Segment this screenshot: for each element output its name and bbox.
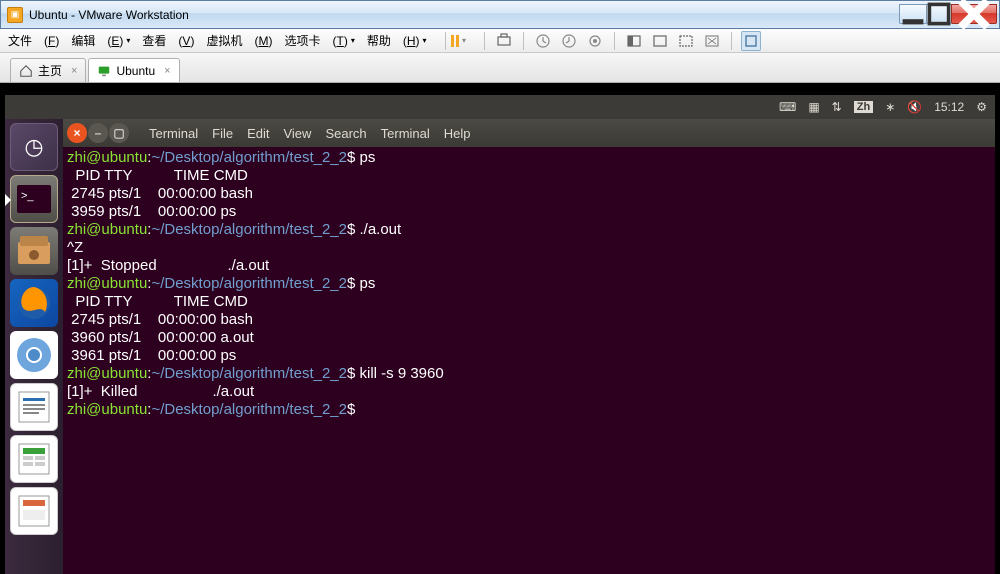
- tab-ubuntu[interactable]: Ubuntu ×: [88, 58, 179, 82]
- terminal-menu-view[interactable]: View: [283, 126, 311, 141]
- keyboard-indicator-icon[interactable]: ⌨: [779, 100, 796, 114]
- window-title: Ubuntu - VMware Workstation: [29, 8, 189, 22]
- gear-indicator-icon[interactable]: ⚙: [976, 100, 987, 114]
- snapshot-take-icon[interactable]: [559, 31, 579, 51]
- window-controls: [900, 4, 997, 24]
- firefox-icon: [15, 284, 53, 322]
- launcher-firefox[interactable]: [10, 279, 58, 327]
- terminal-menu-terminal[interactable]: Terminal: [149, 126, 198, 141]
- terminal-icon: >_: [17, 185, 51, 213]
- menu-file[interactable]: 文件(F): [8, 32, 59, 49]
- launcher-chromium[interactable]: [10, 331, 58, 379]
- view-console-icon[interactable]: [650, 31, 670, 51]
- menu-vm[interactable]: 虚拟机(M): [206, 32, 272, 49]
- view-fit-icon[interactable]: [624, 31, 644, 51]
- calendar-indicator-icon[interactable]: ▦: [808, 100, 819, 114]
- windows-titlebar: ▣ Ubuntu - VMware Workstation: [0, 0, 1000, 29]
- launcher-dash[interactable]: ◷: [10, 123, 58, 171]
- separator: [445, 32, 446, 50]
- close-icon[interactable]: ×: [164, 65, 170, 77]
- terminal-menu-help[interactable]: Help: [444, 126, 471, 141]
- chromium-icon: [15, 336, 53, 374]
- close-button[interactable]: [951, 4, 997, 24]
- terminal-menu-search[interactable]: Search: [325, 126, 366, 141]
- tab-home[interactable]: 主页 ×: [10, 58, 86, 82]
- close-icon[interactable]: ×: [71, 65, 77, 77]
- launcher-calc[interactable]: [10, 435, 58, 483]
- view-unity-icon[interactable]: [702, 31, 722, 51]
- unity-launcher: ◷ >_: [5, 119, 63, 574]
- maximize-button[interactable]: [926, 4, 952, 24]
- bluetooth-indicator-icon[interactable]: ∗: [885, 100, 895, 114]
- vm-viewport[interactable]: ⌨ ▦ ⇅ Zh ∗ 🔇 15:12 ⚙ ◷ >_: [0, 83, 1000, 574]
- separator: [731, 32, 732, 50]
- svg-text:>_: >_: [21, 190, 34, 202]
- launcher-impress[interactable]: [10, 487, 58, 535]
- menu-tabs[interactable]: 选项卡(T): [284, 32, 347, 49]
- launcher-terminal[interactable]: >_: [10, 175, 58, 223]
- view-library-icon[interactable]: [741, 31, 761, 51]
- terminal-minimize-button[interactable]: –: [88, 123, 108, 143]
- tab-home-label: 主页: [38, 62, 62, 79]
- revert-icon[interactable]: [533, 31, 553, 51]
- terminal-menu-terminal2[interactable]: Terminal: [381, 126, 430, 141]
- active-app-arrow-icon: [5, 194, 11, 206]
- view-fullscreen-icon[interactable]: [676, 31, 696, 51]
- terminal-titlebar[interactable]: × – ▢ Terminal File Edit View Search Ter…: [63, 119, 995, 147]
- input-method-indicator[interactable]: Zh: [854, 101, 873, 113]
- minimize-button[interactable]: [899, 4, 927, 24]
- home-icon: [19, 64, 33, 78]
- ubuntu-top-panel: ⌨ ▦ ⇅ Zh ∗ 🔇 15:12 ⚙: [5, 95, 995, 119]
- vmware-app-icon: ▣: [7, 7, 23, 23]
- ubuntu-logo-icon: ◷: [24, 134, 43, 160]
- snapshot-icon[interactable]: [494, 31, 514, 51]
- launcher-writer[interactable]: [10, 383, 58, 431]
- snapshot-manage-icon[interactable]: [585, 31, 605, 51]
- clock-indicator[interactable]: 15:12: [934, 100, 964, 114]
- launcher-files[interactable]: [10, 227, 58, 275]
- separator: [484, 32, 485, 50]
- menu-edit[interactable]: 编辑(E): [71, 32, 123, 49]
- terminal-menu-file[interactable]: File: [212, 126, 233, 141]
- terminal-body[interactable]: zhi@ubuntu:~/Desktop/algorithm/test_2_2$…: [63, 147, 995, 421]
- menu-help[interactable]: 帮助(H): [367, 32, 420, 49]
- impress-icon: [15, 492, 53, 530]
- tab-strip: 主页 × Ubuntu ×: [0, 53, 1000, 83]
- terminal-close-button[interactable]: ×: [67, 123, 87, 143]
- monitor-icon: [97, 64, 111, 78]
- volume-indicator-icon[interactable]: 🔇: [907, 100, 922, 114]
- pause-vm-button[interactable]: ▾: [455, 31, 475, 51]
- terminal-menu-bar: Terminal File Edit View Search Terminal …: [149, 126, 471, 141]
- terminal-maximize-button[interactable]: ▢: [109, 123, 129, 143]
- gnome-terminal-window: × – ▢ Terminal File Edit View Search Ter…: [63, 119, 995, 574]
- separator: [523, 32, 524, 50]
- writer-icon: [15, 388, 53, 426]
- menu-bar: 文件(F) 编辑(E)▾ 查看(V) 虚拟机(M) 选项卡(T)▾ 帮助(H)▾…: [0, 29, 1000, 53]
- separator: [614, 32, 615, 50]
- menu-view[interactable]: 查看(V): [142, 32, 194, 49]
- calc-icon: [15, 440, 53, 478]
- terminal-menu-edit[interactable]: Edit: [247, 126, 269, 141]
- network-indicator-icon[interactable]: ⇅: [832, 100, 842, 114]
- tab-ubuntu-label: Ubuntu: [116, 64, 155, 78]
- files-icon: [16, 234, 52, 268]
